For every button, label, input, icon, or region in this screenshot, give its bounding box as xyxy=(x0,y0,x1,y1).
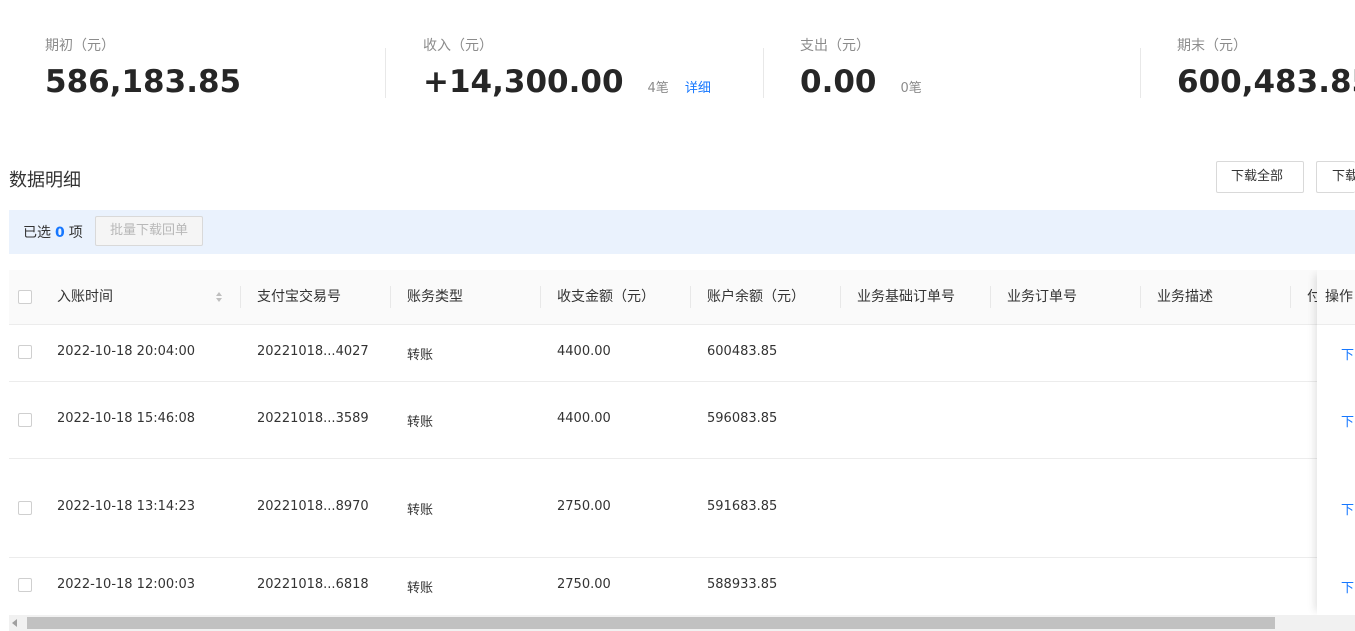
sort-icon[interactable] xyxy=(214,290,224,304)
section-title: 数据明细 xyxy=(9,170,81,191)
table-row: 2022-10-18 13:14:23 20221018...8970 转账 2… xyxy=(9,459,1355,558)
summary-closing: 期末（元） 600,483.85 xyxy=(1177,36,1355,100)
table-row: 2022-10-18 12:00:03 20221018...6818 转账 2… xyxy=(9,558,1355,615)
table-header: 入账时间 支付宝交易号 账务类型 收支金额（元） 账户余额（元） 业务基础订单号… xyxy=(9,270,1355,325)
cell-type: 转账 xyxy=(407,581,434,596)
cell-amount: 4400.00 xyxy=(557,344,611,359)
table-row: 2022-10-18 15:46:08 20221018...3589 转账 4… xyxy=(9,382,1355,459)
income-detail-link[interactable]: 详细 xyxy=(685,77,711,96)
cell-time: 2022-10-18 15:46:08 xyxy=(57,411,196,426)
selection-count: 0 xyxy=(55,225,65,241)
column-header-balance: 账户余额（元） xyxy=(707,289,805,305)
divider xyxy=(763,48,764,98)
column-header-description: 业务描述 xyxy=(1157,289,1213,305)
column-header-base-order-no: 业务基础订单号 xyxy=(857,289,955,305)
cell-type: 转账 xyxy=(407,348,434,363)
column-header-trade-no: 支付宝交易号 xyxy=(257,289,341,305)
column-header-type: 账务类型 xyxy=(407,289,463,305)
cell-balance: 596083.85 xyxy=(707,411,778,426)
operation-header: 操作 xyxy=(1317,270,1355,325)
column-separator xyxy=(990,286,991,308)
cell-type: 转账 xyxy=(407,415,434,430)
summary-opening-value: 586,183.85 xyxy=(45,64,242,100)
scroll-left-arrow-icon[interactable] xyxy=(12,619,17,627)
selection-suffix: 项 xyxy=(68,225,83,241)
cell-trade-no: 20221018...4027 xyxy=(257,344,369,359)
cell-amount: 2750.00 xyxy=(557,577,611,592)
selection-bar: 已选 0 项 批量下载回单 xyxy=(9,210,1355,254)
column-header-operation: 操作 xyxy=(1325,289,1353,305)
selection-info: 已选 0 项 xyxy=(23,222,83,242)
download-receipt-link[interactable]: 下 xyxy=(1341,499,1354,518)
column-separator xyxy=(840,286,841,308)
cell-time: 2022-10-18 12:00:03 xyxy=(57,577,196,592)
selection-prefix: 已选 xyxy=(23,225,51,241)
cell-time: 2022-10-18 20:04:00 xyxy=(57,344,196,359)
data-table: 入账时间 支付宝交易号 账务类型 收支金额（元） 账户余额（元） 业务基础订单号… xyxy=(9,270,1355,615)
column-header-time: 入账时间 xyxy=(57,289,113,305)
scrollbar-thumb[interactable] xyxy=(27,617,1275,629)
cell-trade-no: 20221018...3589 xyxy=(257,411,369,426)
download-receipt-link[interactable]: 下 xyxy=(1341,577,1354,596)
summary-expense-count: 0笔 xyxy=(900,81,922,96)
download-button[interactable]: 下载 xyxy=(1316,161,1355,193)
summary-closing-label: 期末（元） xyxy=(1177,38,1247,54)
summary-income: 收入（元） +14,300.00 4笔 详细 xyxy=(423,36,711,100)
table-row: 2022-10-18 20:04:00 20221018...4027 转账 4… xyxy=(9,325,1355,382)
row-checkbox[interactable] xyxy=(18,578,32,592)
summary-opening: 期初（元） 586,183.85 xyxy=(45,36,241,100)
download-receipt-link[interactable]: 下 xyxy=(1341,411,1354,430)
divider xyxy=(1140,48,1141,98)
cell-type: 转账 xyxy=(407,503,434,518)
cell-balance: 600483.85 xyxy=(707,344,778,359)
summary-opening-label: 期初（元） xyxy=(45,38,115,54)
cell-balance: 591683.85 xyxy=(707,499,778,514)
cell-time: 2022-10-18 13:14:23 xyxy=(57,499,196,514)
summary-income-label: 收入（元） xyxy=(423,38,493,54)
column-separator xyxy=(1290,286,1291,308)
download-all-button[interactable]: 下载全部 xyxy=(1216,161,1304,193)
cell-amount: 2750.00 xyxy=(557,499,611,514)
summary-expense: 支出（元） 0.00 0笔 xyxy=(800,36,922,100)
row-checkbox[interactable] xyxy=(18,501,32,515)
row-checkbox[interactable] xyxy=(18,413,32,427)
divider xyxy=(385,48,386,98)
column-separator xyxy=(540,286,541,308)
summary-expense-value: 0.00 xyxy=(800,64,877,100)
cell-trade-no: 20221018...8970 xyxy=(257,499,369,514)
summary-expense-label: 支出（元） xyxy=(800,38,870,54)
select-all-checkbox[interactable] xyxy=(18,290,32,304)
summary-closing-value: 600,483.85 xyxy=(1177,64,1355,100)
download-receipt-link[interactable]: 下 xyxy=(1341,344,1354,363)
column-header-amount: 收支金额（元） xyxy=(557,289,655,305)
batch-download-receipts-button[interactable]: 批量下载回单 xyxy=(95,216,204,246)
cell-balance: 588933.85 xyxy=(707,577,778,592)
horizontal-scrollbar[interactable] xyxy=(9,615,1355,631)
column-separator xyxy=(390,286,391,308)
row-checkbox[interactable] xyxy=(18,345,32,359)
column-header-order-no: 业务订单号 xyxy=(1007,289,1077,305)
summary-income-value: +14,300.00 xyxy=(423,64,624,100)
operation-column: 操作 下 下 下 下 xyxy=(1317,270,1355,615)
cell-amount: 4400.00 xyxy=(557,411,611,426)
summary-income-count: 4笔 xyxy=(647,81,669,96)
cell-trade-no: 20221018...6818 xyxy=(257,577,369,592)
column-separator xyxy=(240,286,241,308)
column-separator xyxy=(1140,286,1141,308)
column-separator xyxy=(690,286,691,308)
